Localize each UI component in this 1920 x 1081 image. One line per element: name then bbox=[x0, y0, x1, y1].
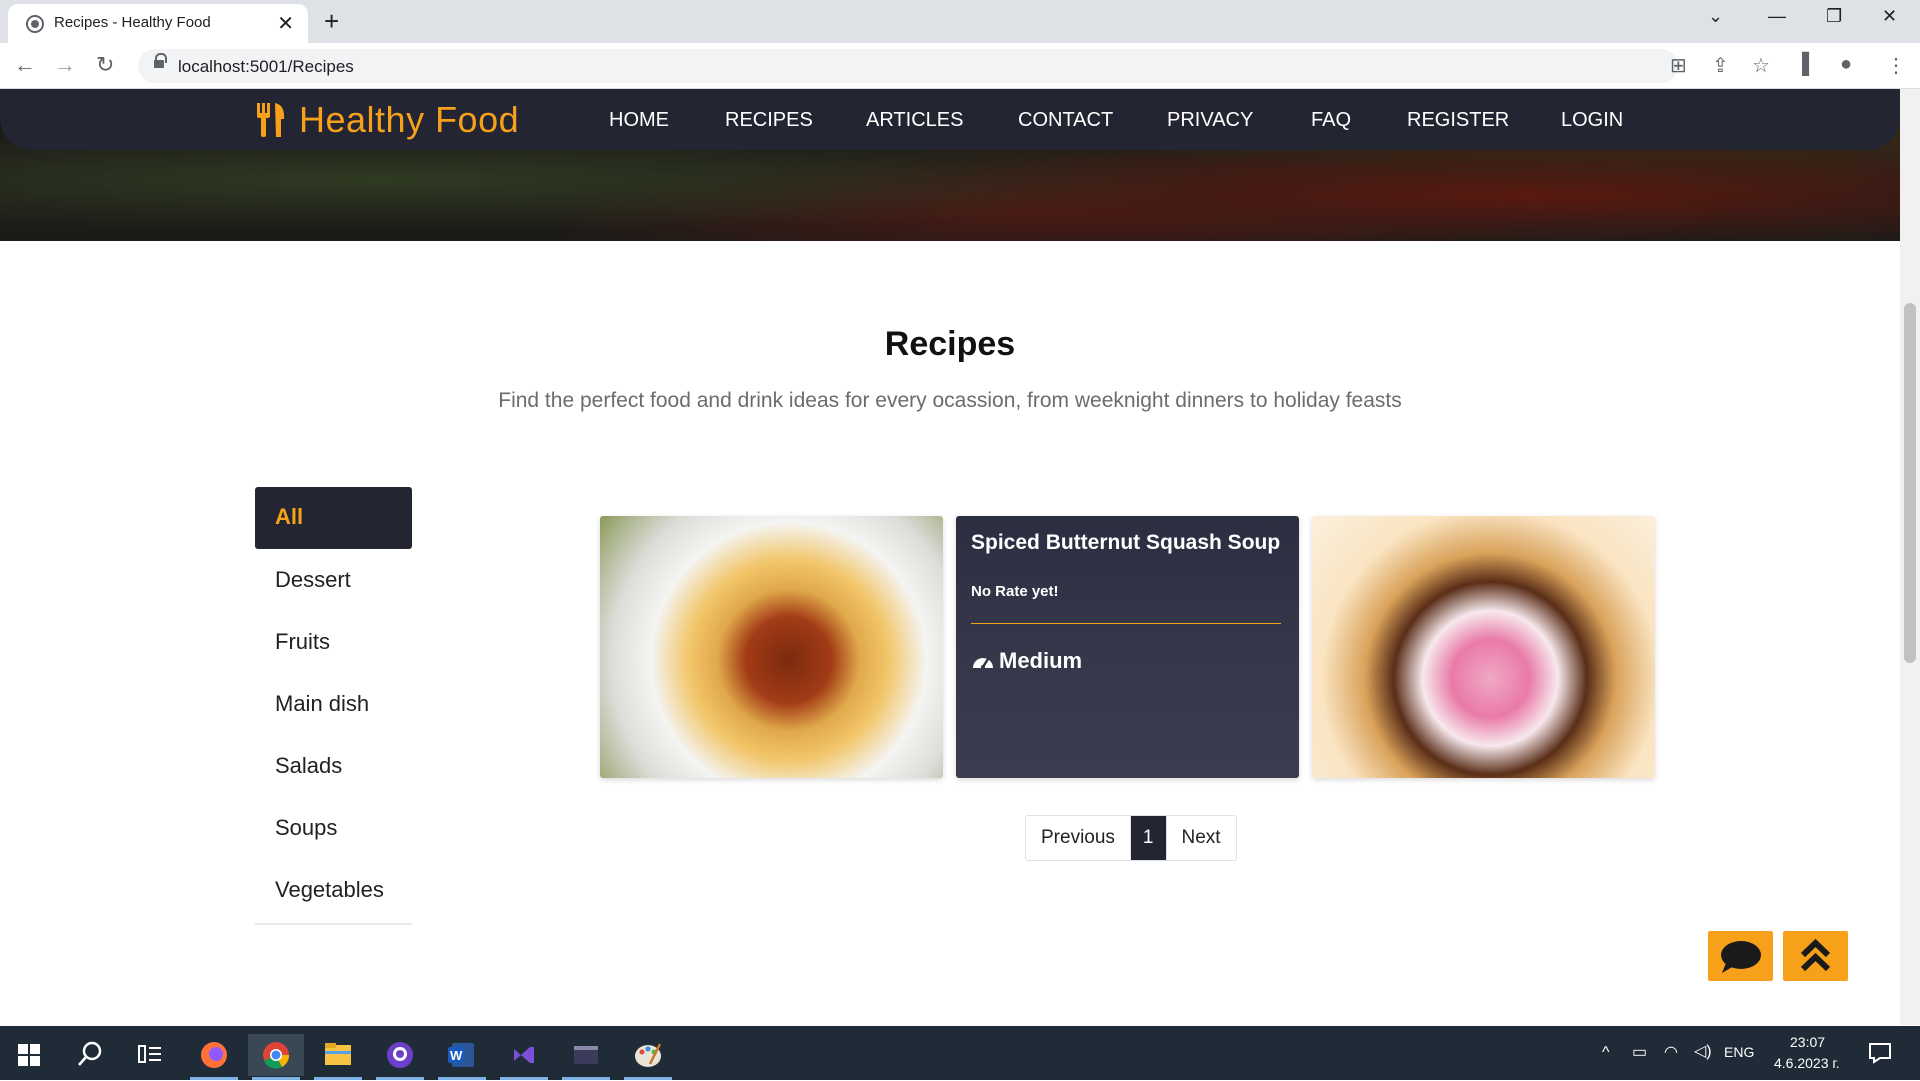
web-page: Healthy Food HOME RECIPES ARTICLES CONTA… bbox=[0, 89, 1900, 1014]
category-all[interactable]: All bbox=[255, 487, 412, 549]
visual-studio-icon[interactable] bbox=[496, 1034, 552, 1080]
chrome-icon[interactable] bbox=[248, 1034, 304, 1080]
nav-login[interactable]: LOGIN bbox=[1561, 109, 1623, 132]
nav-privacy[interactable]: PRIVACY bbox=[1167, 109, 1253, 132]
category-list: All Dessert Fruits Main dish Salads Soup… bbox=[255, 487, 412, 925]
lock-icon bbox=[154, 53, 167, 71]
site-navbar: Healthy Food HOME RECIPES ARTICLES CONTA… bbox=[0, 89, 1900, 150]
page-title: Recipes bbox=[884, 325, 1016, 363]
language-indicator[interactable]: ENG bbox=[1724, 1044, 1754, 1060]
back-icon[interactable]: ← bbox=[14, 52, 36, 78]
nav-recipes[interactable]: RECIPES bbox=[725, 109, 813, 132]
globe-icon bbox=[26, 15, 44, 33]
clock-date[interactable]: 4.6.2023 г. bbox=[1774, 1055, 1840, 1071]
new-tab-icon[interactable]: + bbox=[324, 6, 339, 37]
wifi-icon[interactable]: ◠ bbox=[1664, 1042, 1678, 1062]
windows-start-icon[interactable] bbox=[18, 1044, 40, 1066]
minimize-icon[interactable]: — bbox=[1768, 6, 1786, 27]
browser-tabstrip: Recipes - Healthy Food ✕ + ⌄ — ❐ ✕ bbox=[0, 0, 1920, 43]
category-fruits[interactable]: Fruits bbox=[255, 611, 412, 673]
recipe-card-divider bbox=[971, 623, 1281, 624]
category-soups[interactable]: Soups bbox=[255, 797, 412, 859]
pagination-page-1[interactable]: 1 bbox=[1130, 816, 1167, 860]
recipe-card-spaghetti[interactable] bbox=[600, 516, 943, 778]
nav-faq[interactable]: FAQ bbox=[1311, 109, 1351, 132]
task-view-icon[interactable] bbox=[137, 1042, 163, 1066]
category-divider bbox=[255, 923, 412, 925]
double-chevron-up-icon bbox=[1800, 938, 1831, 972]
gauge-icon bbox=[973, 658, 993, 669]
pagination: Previous 1 Next bbox=[1025, 815, 1237, 861]
page-scrollbar[interactable] bbox=[1900, 89, 1920, 1025]
category-dessert[interactable]: Dessert bbox=[255, 549, 412, 611]
pagination-next[interactable]: Next bbox=[1166, 816, 1236, 860]
menu-icon[interactable]: ⋮ bbox=[1886, 53, 1906, 78]
side-panel-icon[interactable]: ▌ bbox=[1802, 53, 1816, 76]
brand-logo[interactable]: Healthy Food bbox=[299, 99, 519, 141]
chat-button[interactable] bbox=[1708, 931, 1773, 981]
github-desktop-icon[interactable] bbox=[372, 1034, 428, 1080]
volume-icon[interactable]: ◁) bbox=[1694, 1041, 1712, 1061]
recipe-card-title: Spiced Butternut Squash Soup bbox=[971, 531, 1281, 554]
category-vegetables[interactable]: Vegetables bbox=[255, 859, 412, 921]
recipe-card-ice-cream[interactable] bbox=[1312, 516, 1655, 778]
notifications-icon[interactable] bbox=[1868, 1042, 1892, 1064]
terminal-icon[interactable] bbox=[558, 1034, 614, 1080]
recipe-card-difficulty: Medium bbox=[971, 648, 1082, 674]
word-icon[interactable]: W bbox=[434, 1034, 490, 1080]
tab-title: Recipes - Healthy Food bbox=[54, 14, 211, 31]
nav-contact[interactable]: CONTACT bbox=[1018, 109, 1113, 132]
clock-time[interactable]: 23:07 bbox=[1790, 1034, 1825, 1050]
browser-toolbar: ← → ↻ localhost:5001/Recipes ⊞ ⇪ ☆ ▌ ● ⋮ bbox=[0, 43, 1920, 89]
maximize-icon[interactable]: ❐ bbox=[1826, 6, 1842, 27]
forward-icon[interactable]: → bbox=[54, 52, 76, 78]
fork-knife-icon bbox=[257, 103, 285, 137]
profile-icon[interactable]: ● bbox=[1840, 53, 1852, 76]
bookmark-star-icon[interactable]: ☆ bbox=[1752, 53, 1770, 78]
recipe-card-rating: No Rate yet! bbox=[971, 583, 1059, 600]
category-salads[interactable]: Salads bbox=[255, 735, 412, 797]
share-icon[interactable]: ⇪ bbox=[1712, 53, 1729, 78]
firefox-icon[interactable] bbox=[186, 1034, 242, 1080]
address-bar[interactable]: localhost:5001/Recipes bbox=[138, 49, 1678, 83]
translate-icon[interactable]: ⊞ bbox=[1670, 53, 1687, 78]
svg-text:W: W bbox=[450, 1048, 463, 1063]
close-tab-icon[interactable]: ✕ bbox=[277, 11, 294, 36]
recipe-card-squash-soup[interactable]: Spiced Butternut Squash Soup No Rate yet… bbox=[956, 516, 1299, 778]
close-window-icon[interactable]: ✕ bbox=[1882, 6, 1897, 27]
browser-tab[interactable]: Recipes - Healthy Food ✕ bbox=[8, 4, 308, 43]
category-main-dish[interactable]: Main dish bbox=[255, 673, 412, 735]
paint-icon[interactable] bbox=[620, 1034, 676, 1080]
show-hidden-icons-icon[interactable]: ^ bbox=[1602, 1044, 1610, 1062]
windows-taskbar: W ^ ▭ ◠ ◁) ENG 23:07 4.6.2023 г. bbox=[0, 1026, 1920, 1080]
search-icon[interactable] bbox=[76, 1040, 104, 1068]
page-subtitle: Find the perfect food and drink ideas fo… bbox=[498, 389, 1402, 412]
nav-articles[interactable]: ARTICLES bbox=[866, 109, 963, 132]
scrollbar-thumb[interactable] bbox=[1904, 303, 1916, 663]
difficulty-label: Medium bbox=[999, 648, 1083, 673]
reload-icon[interactable]: ↻ bbox=[96, 52, 114, 78]
scroll-to-top-button[interactable] bbox=[1783, 931, 1848, 981]
pagination-previous[interactable]: Previous bbox=[1026, 816, 1131, 860]
nav-register[interactable]: REGISTER bbox=[1407, 109, 1509, 132]
battery-icon[interactable]: ▭ bbox=[1632, 1042, 1647, 1062]
file-explorer-icon[interactable] bbox=[310, 1034, 366, 1080]
tab-search-icon[interactable]: ⌄ bbox=[1708, 6, 1723, 27]
chat-bubble-icon bbox=[1721, 941, 1761, 973]
url-text: localhost:5001/Recipes bbox=[178, 57, 354, 76]
nav-home[interactable]: HOME bbox=[609, 109, 669, 132]
